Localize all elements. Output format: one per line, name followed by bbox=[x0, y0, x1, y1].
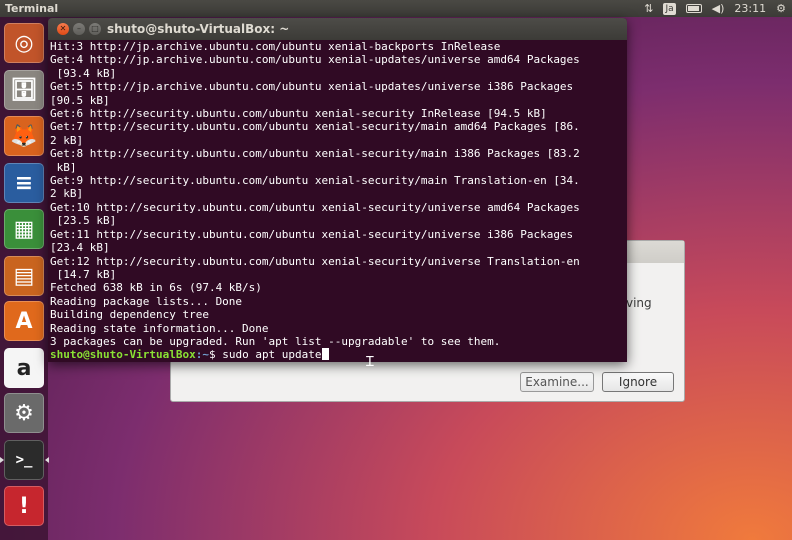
software-center-icon[interactable]: A bbox=[4, 301, 44, 341]
network-indicator-icon[interactable]: ⇅ bbox=[644, 2, 653, 15]
terminal-window[interactable]: ✕ – □ shuto@shuto-VirtualBox: ~ Hit:3 ht… bbox=[48, 18, 627, 362]
terminal-line: 3 packages can be upgraded. Run 'apt lis… bbox=[50, 334, 501, 348]
prompt-symbol: $ bbox=[208, 348, 223, 362]
command-input[interactable]: sudo apt update bbox=[222, 348, 321, 361]
terminal-line: [23.5 kB] bbox=[50, 214, 117, 228]
terminal-line: Get:6 http://security.ubuntu.com/ubuntu … bbox=[50, 107, 547, 121]
terminal-line: Get:9 http://security.ubuntu.com/ubuntu … bbox=[50, 174, 580, 188]
indicator-area: ⇅ Ja ◀) 23:11 ⚙ bbox=[644, 0, 786, 17]
minimize-icon[interactable]: – bbox=[73, 23, 85, 35]
terminal-line: Reading state information... Done bbox=[50, 321, 269, 335]
keyboard-layout-indicator[interactable]: Ja bbox=[663, 2, 676, 15]
dialog-message-text: ving bbox=[626, 296, 652, 310]
launcher: ◎ 🗄 🦊 ≡ ▦ ▤ Aa ⚙ >_! bbox=[0, 17, 49, 540]
calc-spreadsheet-icon[interactable]: ▦ bbox=[4, 209, 44, 249]
terminal-line: 2 kB] bbox=[50, 133, 84, 147]
settings-wrench-icon[interactable]: ⚙ bbox=[4, 393, 44, 433]
mouse-text-cursor-icon: Ɪ bbox=[366, 354, 374, 370]
text-cursor bbox=[321, 348, 329, 361]
examine-button[interactable]: Examine... bbox=[520, 372, 594, 392]
terminal-line: Get:10 http://security.ubuntu.com/ubuntu… bbox=[50, 200, 580, 214]
ubuntu-logo-icon[interactable]: ◎ bbox=[4, 23, 44, 63]
terminal-line: Get:12 http://security.ubuntu.com/ubuntu… bbox=[50, 254, 580, 268]
ignore-button[interactable]: Ignore bbox=[602, 372, 674, 392]
prompt-path: :~ bbox=[195, 348, 209, 362]
app-menu-title[interactable]: Terminal bbox=[0, 2, 58, 15]
clock[interactable]: 23:11 bbox=[734, 2, 766, 15]
terminal-icon[interactable]: >_ bbox=[0, 440, 49, 480]
speaker-icon[interactable]: ◀) bbox=[712, 2, 725, 15]
terminal-line: Reading package lists... Done bbox=[50, 294, 243, 308]
terminal-line: [93.4 kB] bbox=[50, 66, 117, 80]
terminal-line: Building dependency tree bbox=[50, 308, 209, 322]
terminal-titlebar[interactable]: ✕ – □ shuto@shuto-VirtualBox: ~ bbox=[48, 18, 627, 40]
file-cabinet-icon[interactable]: 🗄 bbox=[4, 70, 44, 110]
terminal-line: Hit:3 http://jp.archive.ubuntu.com/ubunt… bbox=[50, 40, 501, 53]
gear-icon[interactable]: ⚙ bbox=[776, 2, 786, 15]
terminal-line: [14.7 kB] bbox=[50, 267, 117, 281]
terminal-line: [90.5 kB] bbox=[50, 93, 110, 107]
battery-icon[interactable] bbox=[685, 4, 702, 13]
terminal-output[interactable]: Hit:3 http://jp.archive.ubuntu.com/ubunt… bbox=[48, 40, 627, 362]
amazon-icon[interactable]: a bbox=[4, 348, 44, 388]
maximize-icon[interactable]: □ bbox=[89, 23, 101, 35]
terminal-line: Get:5 http://jp.archive.ubuntu.com/ubunt… bbox=[50, 80, 574, 94]
terminal-line: kB] bbox=[50, 160, 77, 174]
warning-exclamation-icon[interactable]: ! bbox=[4, 486, 44, 526]
prompt-user: shuto@shuto-VirtualBox bbox=[50, 348, 196, 362]
terminal-prompt-line[interactable]: shuto@shuto-VirtualBox:~$ sudo apt updat… bbox=[50, 348, 627, 361]
terminal-line: Get:8 http://security.ubuntu.com/ubuntu … bbox=[50, 147, 580, 161]
top-panel: Terminal ⇅ Ja ◀) 23:11 ⚙ bbox=[0, 0, 792, 17]
terminal-line: Get:11 http://security.ubuntu.com/ubuntu… bbox=[50, 227, 574, 241]
impress-presentation-icon[interactable]: ▤ bbox=[4, 256, 44, 296]
close-icon[interactable]: ✕ bbox=[57, 23, 69, 35]
terminal-line: 2 kB] bbox=[50, 187, 84, 201]
firefox-icon[interactable]: 🦊 bbox=[4, 116, 44, 156]
terminal-line: Get:4 http://jp.archive.ubuntu.com/ubunt… bbox=[50, 53, 580, 67]
terminal-line: Fetched 638 kB in 6s (97.4 kB/s) bbox=[50, 281, 262, 295]
terminal-title: shuto@shuto-VirtualBox: ~ bbox=[107, 22, 290, 36]
writer-document-icon[interactable]: ≡ bbox=[4, 163, 44, 203]
terminal-line: Get:7 http://security.ubuntu.com/ubuntu … bbox=[50, 120, 580, 134]
terminal-line: [23.4 kB] bbox=[50, 241, 110, 255]
